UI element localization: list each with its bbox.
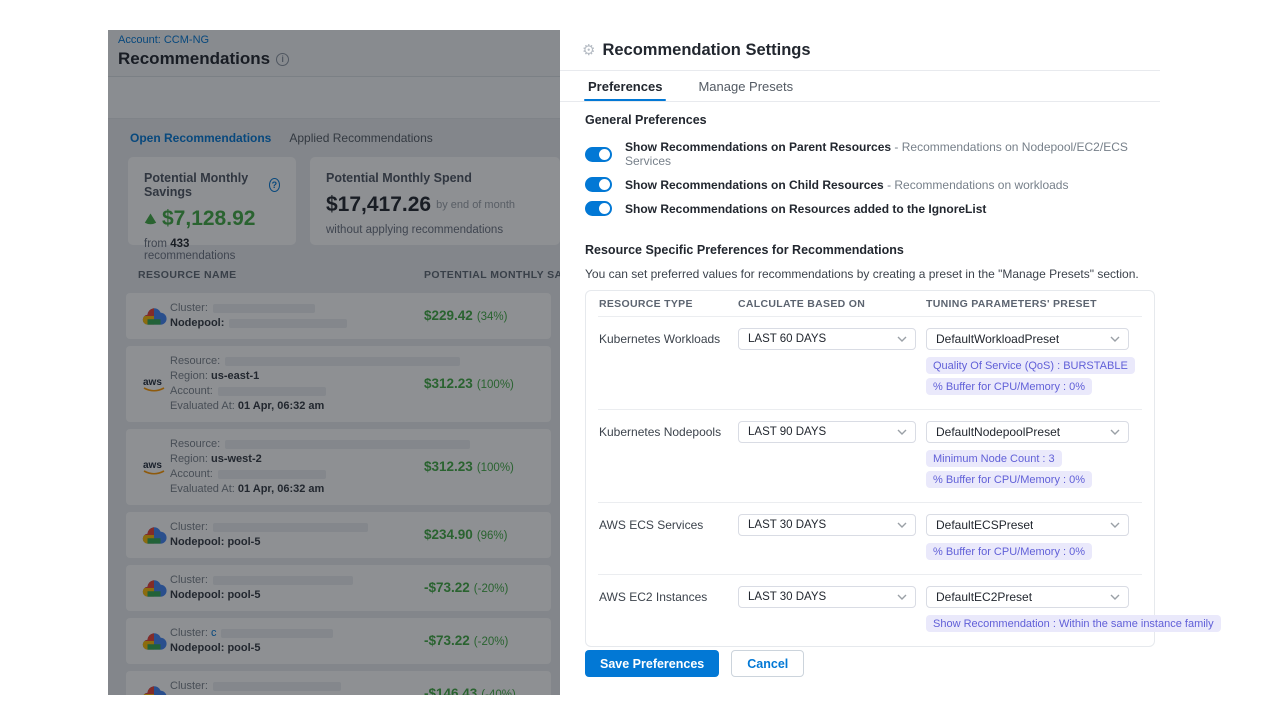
chevron-down-icon <box>897 594 907 600</box>
chevron-down-icon <box>897 429 907 435</box>
column-resource-type: RESOURCE TYPE <box>586 298 738 310</box>
preset-param-badge: Show Recommendation : Within the same in… <box>926 615 1221 632</box>
prefs-table-header: RESOURCE TYPE CALCULATE BASED ON TUNING … <box>586 291 1154 316</box>
settings-title: Recommendation Settings <box>602 41 810 60</box>
resource-prefs-subtext: You can set preferred values for recomme… <box>585 267 1160 281</box>
toggle-row-child-resources: Show Recommendations on Child Resources … <box>585 177 1160 192</box>
prefs-row-kubernetes-workloads: Kubernetes Workloads LAST 60 DAYS Defaul… <box>586 317 1154 409</box>
save-preferences-button[interactable]: Save Preferences <box>585 650 719 677</box>
gear-icon: ⚙ <box>582 43 595 58</box>
toggle-switch[interactable] <box>585 201 612 216</box>
tab-preferences[interactable]: Preferences <box>588 71 662 101</box>
recommendations-page: Account: CCM-NG Recommendations i Open R… <box>108 30 560 695</box>
calculate-based-on-select[interactable]: LAST 60 DAYS <box>738 328 916 350</box>
prefs-row-aws-ecs-services: AWS ECS Services LAST 30 DAYS DefaultECS… <box>586 503 1154 574</box>
toggle-row-parent-resources: Show Recommendations on Parent Resources… <box>585 140 1160 168</box>
chevron-down-icon <box>1110 429 1120 435</box>
toggle-switch[interactable] <box>585 177 612 192</box>
calculate-based-on-select[interactable]: LAST 30 DAYS <box>738 586 916 608</box>
cancel-button[interactable]: Cancel <box>731 650 804 677</box>
preset-param-badge: Minimum Node Count : 3 <box>926 450 1062 467</box>
toggle-switch[interactable] <box>585 147 612 162</box>
tuning-preset-select[interactable]: DefaultECSPreset <box>926 514 1129 536</box>
recommendation-settings-modal: ⚙ Recommendation Settings Preferences Ma… <box>560 30 1160 695</box>
resource-prefs-heading: Resource Specific Preferences for Recomm… <box>585 243 1160 257</box>
tuning-preset-select[interactable]: DefaultWorkloadPreset <box>926 328 1129 350</box>
toggle-row-ignorelist: Show Recommendations on Resources added … <box>585 201 1160 216</box>
resource-prefs-table: RESOURCE TYPE CALCULATE BASED ON TUNING … <box>585 290 1155 647</box>
general-preferences-heading: General Preferences <box>585 113 1160 127</box>
prefs-row-aws-ec2-instances: AWS EC2 Instances LAST 30 DAYS DefaultEC… <box>586 575 1154 646</box>
chevron-down-icon <box>897 336 907 342</box>
preset-param-badge: % Buffer for CPU/Memory : 0% <box>926 471 1092 488</box>
preset-param-badge: % Buffer for CPU/Memory : 0% <box>926 543 1092 560</box>
modal-backdrop[interactable] <box>108 30 560 695</box>
chevron-down-icon <box>897 522 907 528</box>
tuning-preset-select[interactable]: DefaultNodepoolPreset <box>926 421 1129 443</box>
tuning-preset-select[interactable]: DefaultEC2Preset <box>926 586 1129 608</box>
column-tuning-preset: TUNING PARAMETERS' PRESET <box>926 298 1154 310</box>
preset-param-badge: % Buffer for CPU/Memory : 0% <box>926 378 1092 395</box>
preset-param-badge: Quality Of Service (QoS) : BURSTABLE <box>926 357 1135 374</box>
chevron-down-icon <box>1110 594 1120 600</box>
chevron-down-icon <box>1110 522 1120 528</box>
chevron-down-icon <box>1110 336 1120 342</box>
tab-manage-presets[interactable]: Manage Presets <box>698 71 793 101</box>
settings-tabs: Preferences Manage Presets <box>560 71 1160 101</box>
column-calculate-based-on: CALCULATE BASED ON <box>738 298 926 310</box>
calculate-based-on-select[interactable]: LAST 30 DAYS <box>738 514 916 536</box>
calculate-based-on-select[interactable]: LAST 90 DAYS <box>738 421 916 443</box>
prefs-row-kubernetes-nodepools: Kubernetes Nodepools LAST 90 DAYS Defaul… <box>586 410 1154 502</box>
